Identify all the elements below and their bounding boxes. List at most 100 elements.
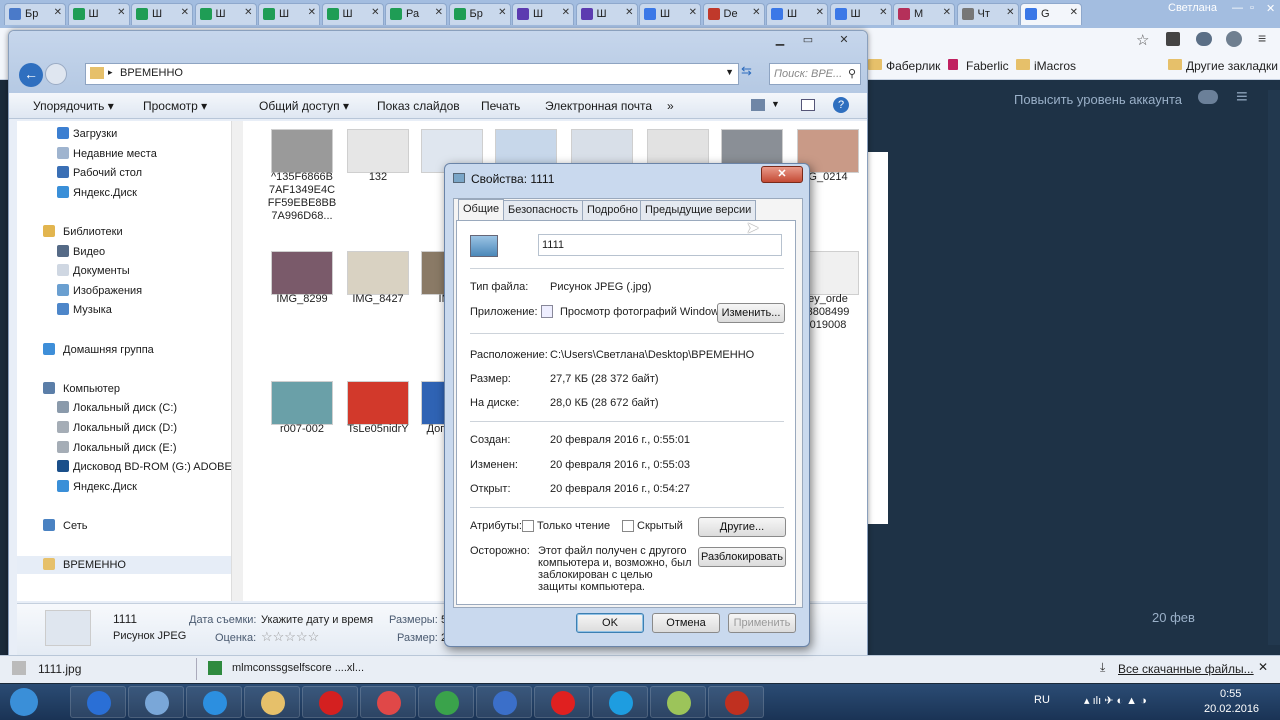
ok-button[interactable]: OK [576,613,644,633]
tray-icons[interactable]: ▴ ılı ✈ ◐ ▲ ◑ [1084,694,1147,707]
clock-date[interactable]: 20.02.2016 [1204,703,1259,715]
hamburger-icon[interactable]: ≡ [1236,86,1248,109]
close-tab-icon[interactable]: ✕ [879,7,887,18]
close-tab-icon[interactable]: ✕ [308,7,316,18]
browser-tab[interactable]: Ш ✕ [67,3,130,25]
file-thumbnail[interactable] [271,381,333,425]
tab-security[interactable]: Безопасность [503,200,584,220]
taskbar-app-app4[interactable] [650,686,706,718]
browser-tab[interactable]: Ш ✕ [829,3,892,25]
preview-pane-icon[interactable] [801,99,815,111]
taskbar-app-start[interactable] [0,686,48,718]
taskbar-app-app1[interactable] [70,686,126,718]
file-thumbnail[interactable] [347,129,409,173]
browser-tab[interactable]: Ш ✕ [194,3,257,25]
file-name[interactable]: IMG_8427 [338,293,418,306]
nav-item[interactable]: Недавние места [17,145,231,163]
browser-tab[interactable]: M ✕ [893,3,955,25]
nav-item[interactable]: ВРЕМЕННО [17,556,231,575]
taskbar-app-explorer[interactable] [244,686,300,718]
upgrade-account-link[interactable]: Повысить уровень аккаунта [1014,92,1182,107]
tab-details[interactable]: Подробно [582,200,643,220]
file-thumbnail[interactable] [271,251,333,295]
change-button[interactable]: Изменить... [717,303,785,323]
more-button[interactable]: » [667,99,674,113]
taskbar-app-globe[interactable] [476,686,532,718]
nav-item[interactable]: Яндекс.Диск [17,478,231,496]
eye-icon[interactable] [1196,32,1212,46]
clock-time[interactable]: 0:55 [1220,688,1241,700]
refresh-icon[interactable]: ⇆ [741,63,761,85]
unblock-button[interactable]: Разблокировать [698,547,786,567]
close-tab-icon[interactable]: ✕ [117,7,125,18]
globe-icon[interactable] [1226,31,1242,47]
nav-item[interactable]: Изображения [17,282,231,300]
advanced-button[interactable]: Другие... [698,517,786,537]
nav-item[interactable]: Домашняя группа [17,341,231,359]
hidden-checkbox[interactable] [622,520,634,532]
browser-tab[interactable]: Ш ✕ [321,3,384,25]
close-tab-icon[interactable]: ✕ [498,7,506,18]
web-scrollbar[interactable] [1268,90,1280,645]
apply-button[interactable]: Применить [728,613,796,633]
download-item-1[interactable]: 1111.jpg [38,662,81,676]
taskbar-app-recorder[interactable] [708,686,764,718]
rating-stars[interactable]: ☆☆☆☆☆ [261,629,319,645]
view-button[interactable]: Просмотр ▾ [143,99,207,113]
close-tab-icon[interactable]: ✕ [371,7,379,18]
chevron-down-icon[interactable]: ▼ [725,67,734,77]
bookmark-faberlik[interactable]: Фаберлик [868,59,940,73]
taskbar-app-chrome[interactable] [418,686,474,718]
file-thumbnail[interactable] [271,129,333,173]
close-tab-icon[interactable]: ✕ [54,7,62,18]
nav-scrollbar[interactable] [231,121,243,601]
taskbar-app-app3[interactable] [186,686,242,718]
organize-button[interactable]: Упорядочить ▾ [33,99,114,113]
bookmark-other[interactable]: Другие закладки [1168,59,1278,73]
all-downloads-link[interactable]: Все скачанные файлы... [1118,662,1254,676]
nav-item[interactable]: Сеть [17,517,231,535]
close-icon[interactable]: ✕ [1258,660,1268,674]
search-input[interactable]: Поиск: ВРЕ... ⚲ [769,63,861,85]
nav-item[interactable]: Локальный диск (E:) [17,439,231,457]
close-tab-icon[interactable]: ✕ [244,7,252,18]
tab-general[interactable]: Общие [458,199,505,221]
browser-user-name[interactable]: Светлана [1168,2,1217,14]
browser-tab[interactable]: Чт ✕ [956,3,1019,25]
chevron-down-icon[interactable]: ▼ [771,99,780,109]
print-button[interactable]: Печать [481,99,520,113]
minimize-icon[interactable]: — [1232,2,1243,14]
menu-icon[interactable]: ≡ [1258,30,1266,46]
nav-item[interactable]: Локальный диск (C:) [17,399,231,417]
tab-previous-versions[interactable]: Предыдущие версии [640,200,757,220]
close-tab-icon[interactable]: ✕ [689,7,697,18]
nav-item[interactable]: Загрузки [17,125,231,143]
nav-item[interactable]: Видео [17,243,231,261]
close-tab-icon[interactable]: ✕ [1006,7,1014,18]
close-icon[interactable]: ✕ [1266,2,1275,15]
close-tab-icon[interactable]: ✕ [752,7,760,18]
maximize-icon[interactable]: ▭ [795,33,821,49]
star-icon[interactable]: ☆ [1136,31,1149,49]
file-name[interactable]: ^135F6866B 7AF1349E4C FF59EBE8BB 7A996D6… [262,171,342,223]
browser-tab[interactable]: Бр ✕ [448,3,511,25]
file-name[interactable]: 132 [338,171,418,184]
extension-icon[interactable] [1166,32,1180,46]
cloud-upload-icon[interactable] [1198,90,1218,104]
language-indicator[interactable]: RU [1034,694,1050,706]
browser-tab[interactable]: Ш ✕ [131,3,193,25]
browser-tab[interactable]: Ш ✕ [258,3,320,25]
taskbar-app-skype[interactable] [592,686,648,718]
slideshow-button[interactable]: Показ слайдов [377,99,460,113]
browser-tab[interactable]: Ш ✕ [766,3,828,25]
browser-tab[interactable]: Бр ✕ [4,3,66,25]
close-tab-icon[interactable]: ✕ [1070,7,1078,18]
email-button[interactable]: Электронная почта [545,99,652,113]
file-name[interactable]: TsLe05nidrY [338,423,418,436]
close-tab-icon[interactable]: ✕ [435,7,443,18]
file-thumbnail[interactable] [347,251,409,295]
close-tab-icon[interactable]: ✕ [181,7,189,18]
address-bar[interactable]: ▸ ВРЕМЕННО ▼ [85,63,739,85]
close-tab-icon[interactable]: ✕ [625,7,633,18]
taskbar-app-yandex[interactable] [360,686,416,718]
